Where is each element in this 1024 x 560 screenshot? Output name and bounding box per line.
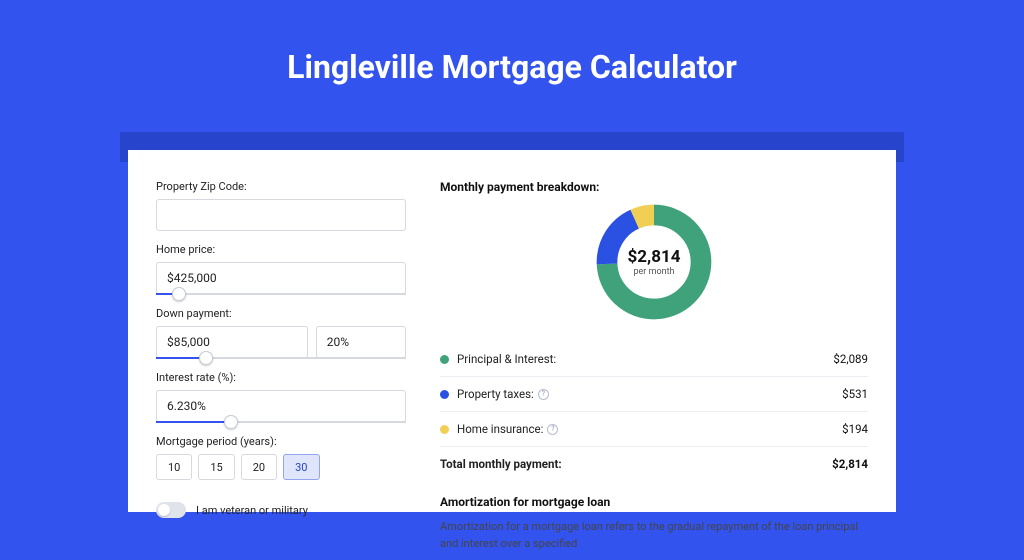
down-percent-input[interactable] [316, 326, 406, 358]
donut-amount: $2,814 [628, 247, 681, 267]
price-slider-knob[interactable] [172, 287, 186, 301]
dot-icon [440, 390, 449, 399]
legend-value: $2,089 [833, 352, 868, 366]
info-icon[interactable]: ? [538, 389, 549, 400]
page-title: Lingleville Mortgage Calculator [0, 48, 1024, 86]
price-input[interactable] [156, 262, 406, 294]
dot-icon [440, 355, 449, 364]
amortization-body: Amortization for a mortgage loan refers … [440, 519, 868, 552]
legend-value: $531 [842, 387, 868, 401]
form-panel: Property Zip Code: Home price: Down paym… [156, 180, 406, 512]
price-slider[interactable] [156, 293, 406, 295]
down-amount-input[interactable] [156, 326, 308, 358]
info-icon[interactable]: ? [547, 424, 558, 435]
breakdown-panel: Monthly payment breakdown: $2,814 per mo… [440, 180, 868, 512]
legend-label: Home insurance: ? [457, 422, 558, 436]
legend-label: Principal & Interest: [457, 352, 556, 366]
period-option-30[interactable]: 30 [283, 454, 319, 480]
calculator-card: Property Zip Code: Home price: Down paym… [128, 150, 896, 512]
down-label: Down payment: [156, 307, 406, 320]
rate-input[interactable] [156, 390, 406, 422]
breakdown-title: Monthly payment breakdown: [440, 180, 868, 194]
veteran-label: I am veteran or military [196, 504, 308, 517]
legend-label: Property taxes: ? [457, 387, 549, 401]
legend-label: Total monthly payment: [440, 457, 562, 471]
legend-row-insurance: Home insurance: ? $194 [440, 412, 868, 447]
zip-input[interactable] [156, 199, 406, 231]
legend-value: $194 [842, 422, 868, 436]
dot-icon [440, 425, 449, 434]
legend-row-principal: Principal & Interest: $2,089 [440, 342, 868, 377]
amortization-title: Amortization for mortgage loan [440, 495, 868, 509]
donut-sub: per month [633, 267, 674, 277]
rate-slider-knob[interactable] [224, 415, 238, 429]
legend-row-total: Total monthly payment: $2,814 [440, 447, 868, 481]
period-option-15[interactable]: 15 [198, 454, 234, 480]
legend-value: $2,814 [832, 457, 868, 471]
down-slider[interactable] [156, 357, 406, 359]
legend-row-taxes: Property taxes: ? $531 [440, 377, 868, 412]
price-label: Home price: [156, 243, 406, 256]
veteran-toggle[interactable] [156, 502, 186, 518]
period-buttons: 10 15 20 30 [156, 454, 406, 480]
period-option-20[interactable]: 20 [241, 454, 277, 480]
period-label: Mortgage period (years): [156, 435, 406, 448]
breakdown-donut: $2,814 per month [592, 200, 716, 324]
rate-label: Interest rate (%): [156, 371, 406, 384]
down-slider-knob[interactable] [199, 351, 213, 365]
zip-label: Property Zip Code: [156, 180, 406, 193]
period-option-10[interactable]: 10 [156, 454, 192, 480]
breakdown-legend: Principal & Interest: $2,089 Property ta… [440, 342, 868, 481]
rate-slider[interactable] [156, 421, 406, 423]
